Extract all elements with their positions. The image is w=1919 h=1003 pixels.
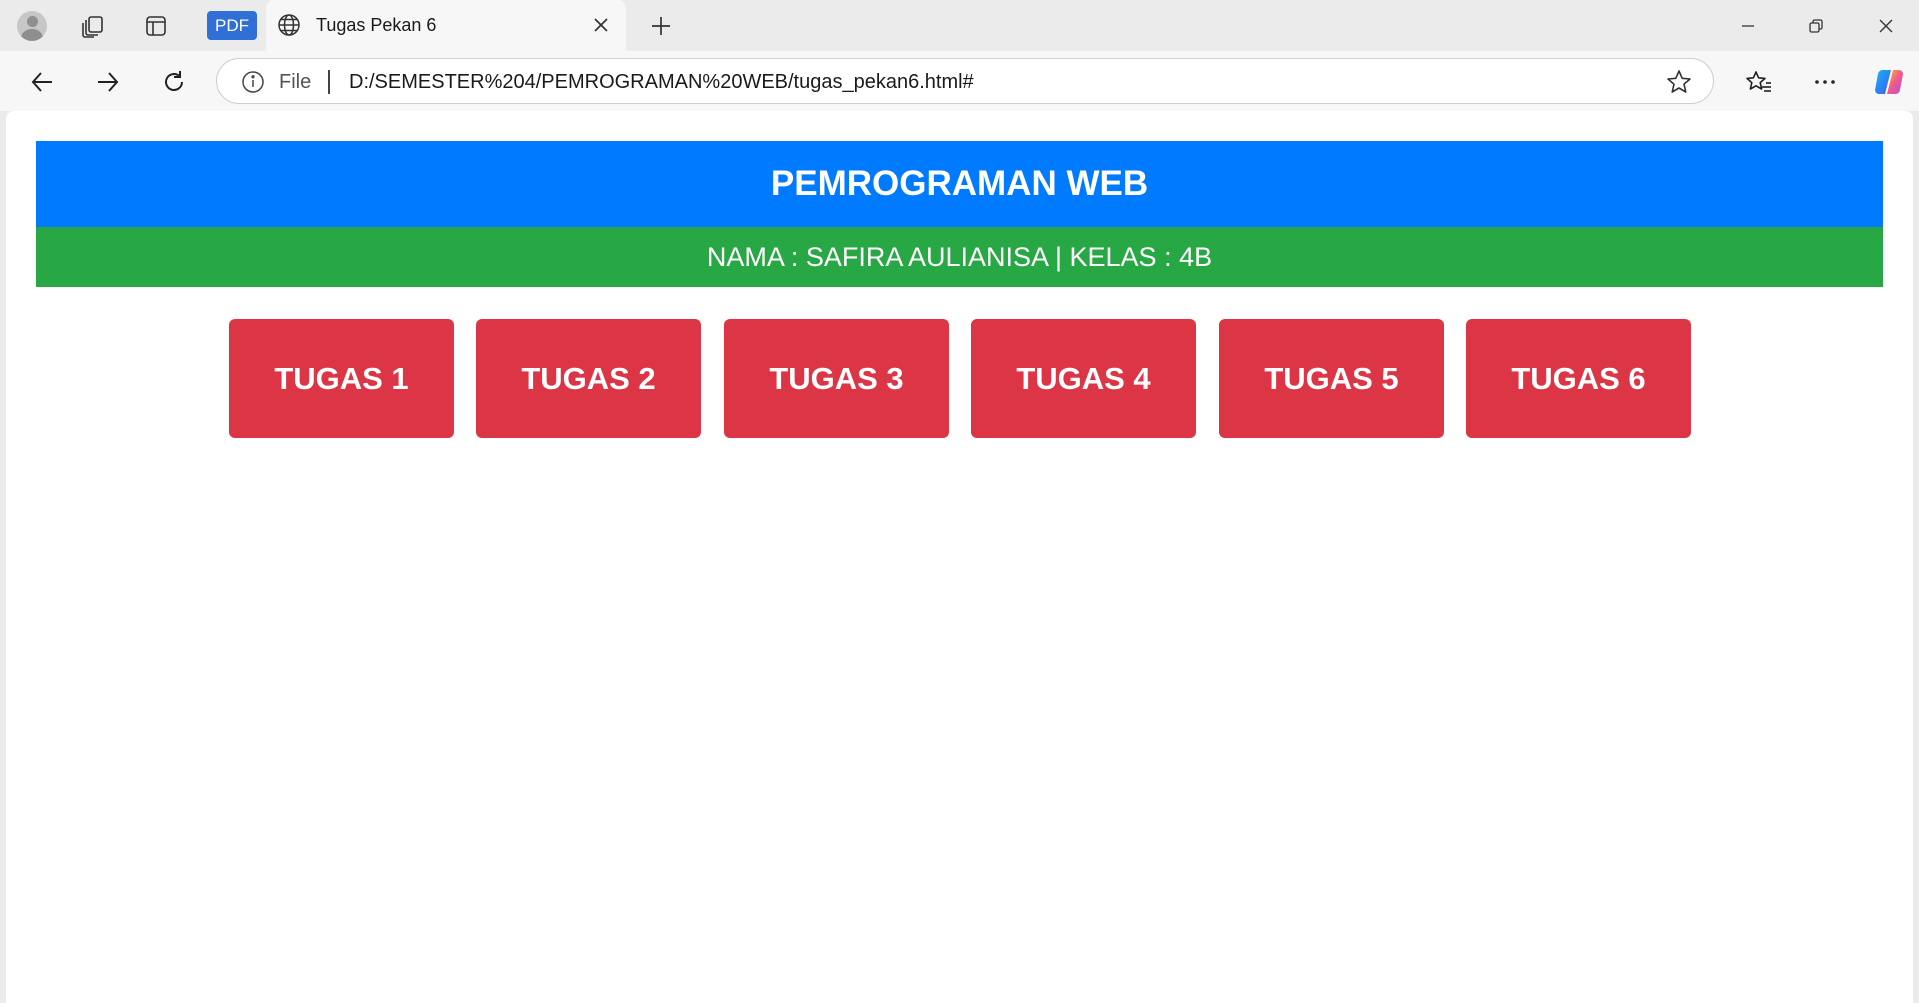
address-bar[interactable]: File D:/SEMESTER%204/PEMROGRAMAN%20WEB/t…	[216, 58, 1714, 104]
tugas-5-button[interactable]: TUGAS 5	[1219, 319, 1444, 438]
minimize-icon[interactable]	[1720, 6, 1776, 46]
close-icon[interactable]	[588, 12, 614, 38]
workspaces-icon[interactable]	[75, 8, 111, 44]
active-tab[interactable]: Tugas Pekan 6	[266, 0, 626, 51]
forward-arrow-icon[interactable]	[88, 62, 128, 102]
tab-actions-icon[interactable]	[138, 8, 174, 44]
back-arrow-icon[interactable]	[22, 62, 62, 102]
browser-toolbar: File D:/SEMESTER%204/PEMROGRAMAN%20WEB/t…	[0, 51, 1919, 111]
student-info: NAMA : SAFIRA AULIANISA | KELAS : 4B	[36, 227, 1883, 287]
tab-title: Tugas Pekan 6	[316, 15, 437, 35]
refresh-icon[interactable]	[154, 62, 194, 102]
plus-icon[interactable]	[643, 8, 679, 44]
info-icon[interactable]	[241, 70, 265, 94]
tugas-3-button[interactable]: TUGAS 3	[724, 319, 949, 438]
page-title: PEMROGRAMAN WEB	[36, 141, 1883, 227]
copilot-icon[interactable]	[1869, 62, 1909, 102]
task-button-row: TUGAS 1 TUGAS 2 TUGAS 3 TUGAS 4 TUGAS 5 …	[6, 319, 1913, 439]
tab-strip: PDF Tugas Pekan 6	[0, 0, 1919, 51]
scheme-label: File	[279, 71, 312, 93]
address-divider	[328, 70, 330, 94]
favorites-icon[interactable]	[1739, 62, 1779, 102]
globe-icon	[276, 12, 302, 38]
restore-icon[interactable]	[1788, 6, 1844, 46]
star-icon[interactable]	[1665, 68, 1693, 96]
close-window-icon[interactable]	[1858, 6, 1914, 46]
tugas-2-button[interactable]: TUGAS 2	[476, 319, 701, 438]
tugas-4-button[interactable]: TUGAS 4	[971, 319, 1196, 438]
url-text[interactable]: D:/SEMESTER%204/PEMROGRAMAN%20WEB/tugas_…	[349, 71, 974, 94]
page-viewport: PEMROGRAMAN WEB NAMA : SAFIRA AULIANISA …	[6, 111, 1913, 1003]
pdf-badge[interactable]: PDF	[207, 11, 257, 40]
more-icon[interactable]	[1805, 62, 1845, 102]
tugas-6-button[interactable]: TUGAS 6	[1466, 319, 1691, 438]
avatar-icon[interactable]	[14, 8, 50, 44]
tugas-1-button[interactable]: TUGAS 1	[229, 319, 454, 438]
